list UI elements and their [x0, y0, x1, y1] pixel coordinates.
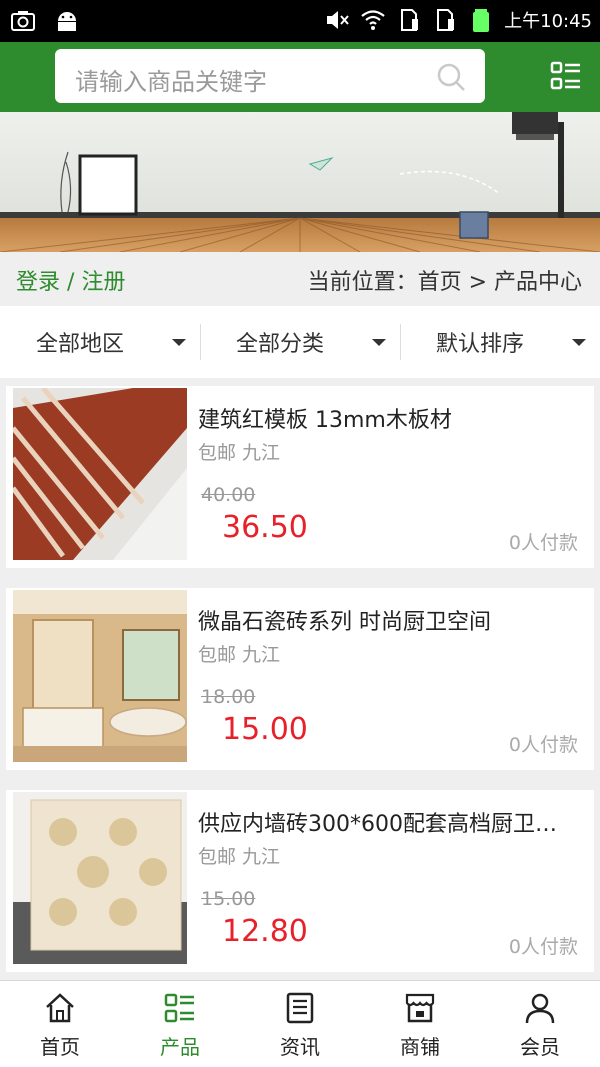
product-title[interactable]: 微晶石瓷砖系列 时尚厨卫空间: [198, 604, 578, 636]
news-icon: [286, 992, 314, 1024]
product-price: 15.00: [222, 712, 308, 747]
sim2-icon: [437, 9, 455, 31]
search-icon[interactable]: [435, 61, 467, 93]
filter-sort[interactable]: 默认排序: [400, 306, 600, 378]
product-image[interactable]: [13, 792, 187, 964]
app-header: 请输入商品关键字: [0, 42, 600, 112]
caret-down-icon: [172, 339, 186, 346]
filter-region[interactable]: 全部地区: [0, 306, 200, 378]
product-price: 36.50: [222, 510, 308, 545]
home-icon: [46, 993, 74, 1023]
tab-news-label: 资讯: [280, 1035, 320, 1059]
android-icon: [58, 12, 76, 31]
register-link[interactable]: 注册: [81, 270, 125, 295]
login-link[interactable]: 登录: [16, 270, 60, 295]
shop-icon: [405, 993, 435, 1023]
payment-count: 0人付款: [508, 734, 578, 756]
original-price: 40.00: [201, 484, 256, 506]
tab-products[interactable]: 产品: [120, 981, 240, 1067]
camera-icon: [11, 11, 35, 31]
tab-products-label: 产品: [160, 1035, 200, 1059]
search-box[interactable]: 请输入商品关键字: [55, 49, 485, 103]
bottom-tab-bar: 首页 产品 资讯 商铺 会员: [0, 980, 600, 1067]
caret-down-icon: [372, 339, 386, 346]
product-card[interactable]: 供应内墙砖300*600配套高档厨卫墙砖 包邮 九江 15.00 12.80 0…: [6, 790, 594, 972]
auth-separator: /: [67, 270, 75, 295]
product-image[interactable]: [13, 590, 187, 762]
payment-count: 0人付款: [508, 936, 578, 958]
product-price: 12.80: [222, 914, 308, 949]
tab-member-label: 会员: [520, 1035, 560, 1059]
wifi-icon: [361, 10, 385, 30]
product-list: 建筑红模板 13mm木板材 包邮 九江 40.00 36.50 0人付款 微晶石…: [6, 386, 594, 992]
original-price: 15.00: [201, 888, 256, 910]
product-card[interactable]: 建筑红模板 13mm木板材 包邮 九江 40.00 36.50 0人付款: [6, 386, 594, 568]
sim1-icon: [401, 9, 419, 31]
tab-member[interactable]: 会员: [480, 981, 600, 1067]
product-title[interactable]: 供应内墙砖300*600配套高档厨卫墙砖: [198, 806, 578, 838]
tab-home-label: 首页: [40, 1035, 80, 1059]
status-time: 上午10:45: [504, 11, 592, 32]
tab-shops-label: 商铺: [400, 1035, 440, 1059]
filter-category[interactable]: 全部分类: [200, 306, 400, 378]
mute-icon: [327, 11, 349, 29]
breadcrumb: 当前位置：首页 > 产品中心: [307, 270, 582, 295]
room-illustration: [0, 112, 600, 252]
filter-category-label: 全部分类: [235, 332, 324, 357]
auth-links: 登录 / 注册: [16, 264, 125, 296]
original-price: 18.00: [201, 686, 256, 708]
tab-home[interactable]: 首页: [0, 981, 120, 1067]
banner-image[interactable]: [0, 112, 600, 252]
product-tag: 包邮 九江: [198, 644, 281, 666]
product-image[interactable]: [13, 388, 187, 560]
filter-region-label: 全部地区: [35, 332, 124, 357]
filter-sort-label: 默认排序: [435, 332, 524, 357]
tab-shops[interactable]: 商铺: [360, 981, 480, 1067]
filter-bar: 全部地区 全部分类 默认排序: [0, 306, 600, 378]
product-grid-icon: [164, 993, 194, 1023]
search-input[interactable]: 请输入商品关键字: [75, 62, 267, 97]
battery-icon: [473, 9, 490, 32]
product-title[interactable]: 建筑红模板 13mm木板材: [198, 402, 578, 434]
breadcrumb-bar: 登录 / 注册 当前位置：首页 > 产品中心: [0, 252, 600, 306]
category-menu-icon[interactable]: [550, 60, 582, 92]
member-icon: [525, 993, 555, 1024]
tab-news[interactable]: 资讯: [240, 981, 360, 1067]
product-tag: 包邮 九江: [198, 442, 281, 464]
product-tag: 包邮 九江: [198, 846, 281, 868]
product-card[interactable]: 微晶石瓷砖系列 时尚厨卫空间 包邮 九江 18.00 15.00 0人付款: [6, 588, 594, 770]
status-bar: 上午10:45: [0, 0, 600, 42]
caret-down-icon: [572, 339, 586, 346]
payment-count: 0人付款: [508, 532, 578, 554]
